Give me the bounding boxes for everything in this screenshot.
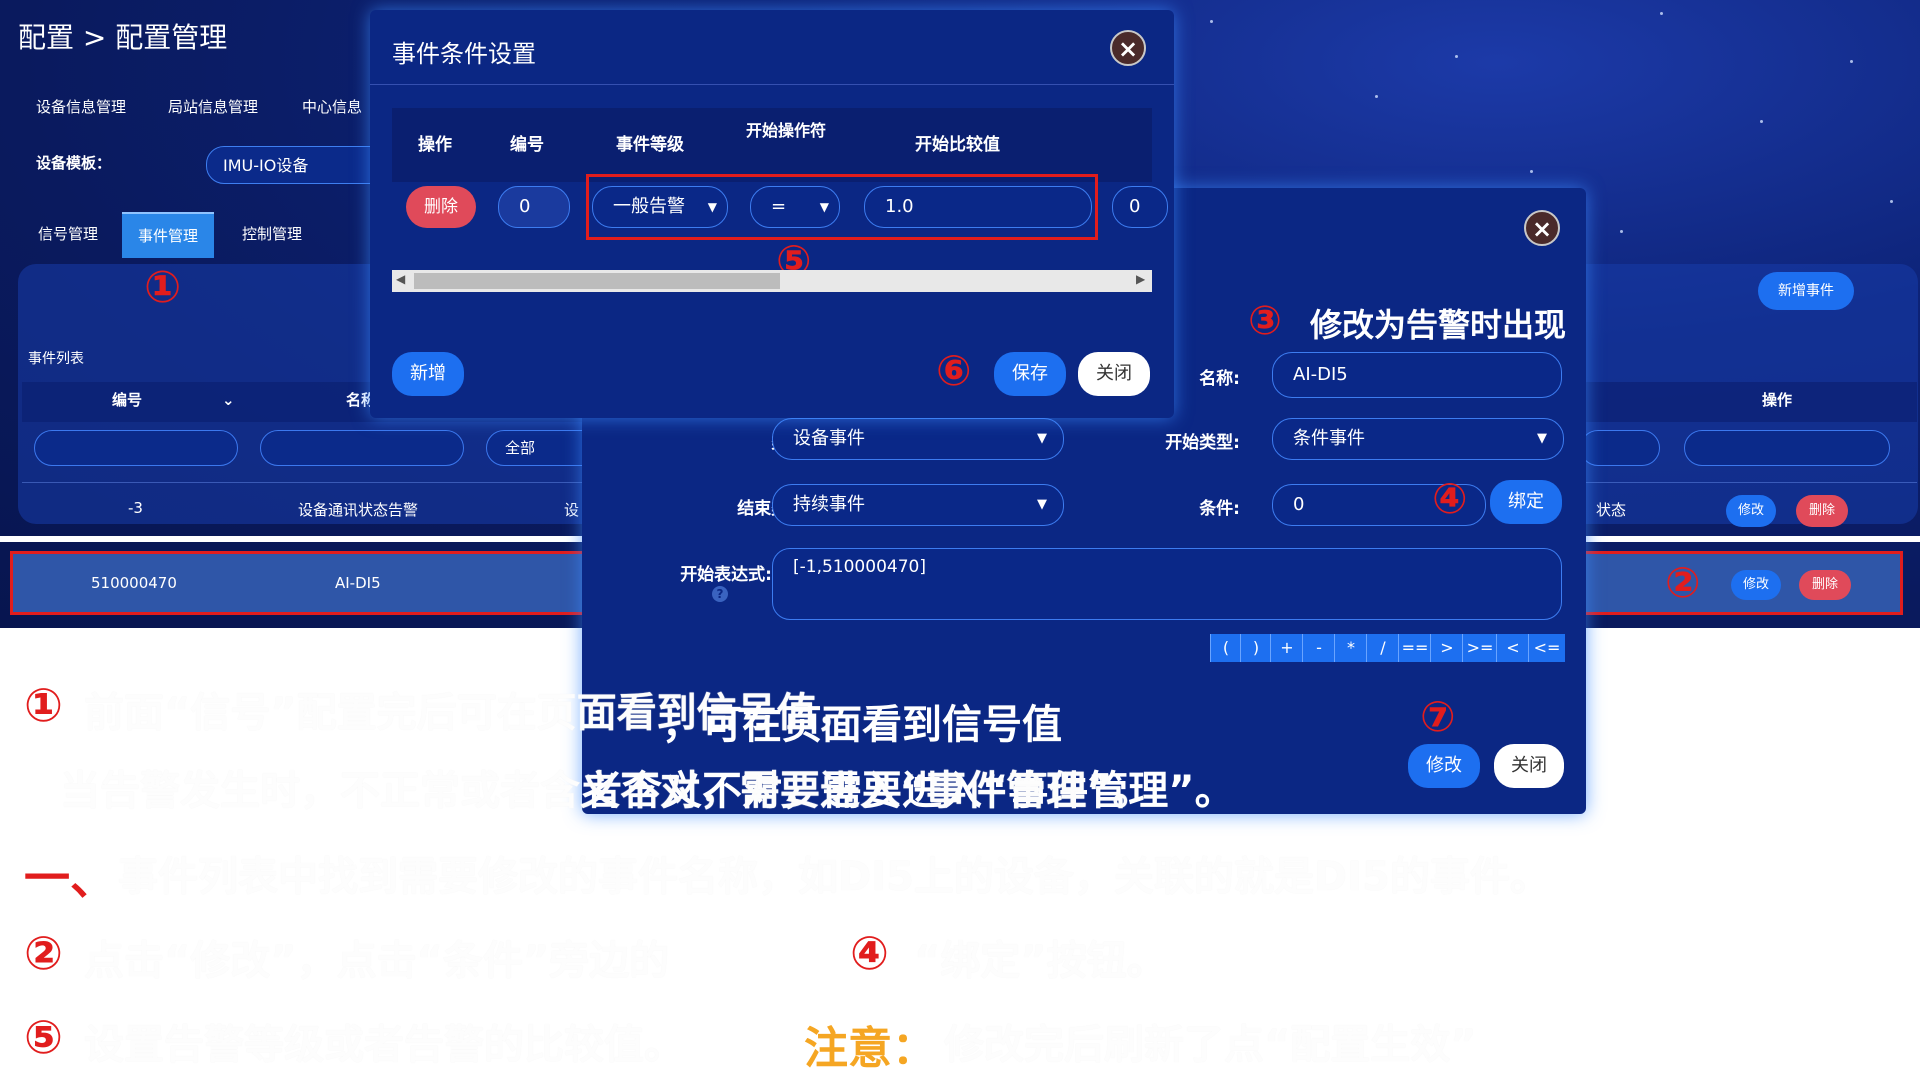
expr-label: 开始表达式:	[680, 565, 772, 585]
end-type-select[interactable]: 持续事件 ▼	[772, 484, 1064, 526]
row-id: -3	[128, 499, 143, 517]
row-name: AI-DI5	[335, 574, 381, 592]
name-input[interactable]: AI-DI5	[1272, 352, 1562, 398]
template-label: 设备模板：	[36, 154, 112, 172]
op-greater[interactable]: >	[1430, 634, 1463, 662]
op-less-equal[interactable]: <=	[1528, 634, 1565, 662]
add-event-button[interactable]: 新增事件	[1758, 272, 1854, 310]
row-edit-button[interactable]: 修改	[1731, 570, 1781, 600]
operator-toolbar: ( ) + - * / == > >= < <=	[1210, 634, 1565, 662]
op-plus[interactable]: +	[1270, 634, 1303, 662]
help-icon[interactable]: ?	[712, 586, 728, 602]
scroll-right-icon[interactable]: ▶	[1136, 272, 1145, 286]
nav-station-info[interactable]: 局站信息管理	[168, 96, 258, 117]
category-select[interactable]: 设备事件 ▼	[772, 418, 1064, 460]
close-icon[interactable]: ×	[1110, 30, 1146, 66]
row-name: 设备通讯状态告警	[298, 501, 419, 519]
condition-label: 条件:	[1199, 499, 1240, 519]
row-delete-button[interactable]: 删除	[1799, 570, 1851, 600]
op-equals[interactable]: ==	[1398, 634, 1431, 662]
op-greater-equal[interactable]: >=	[1462, 634, 1497, 662]
instruction-5-number: ⑤	[24, 1010, 63, 1064]
col-operator: 开始操作符	[745, 121, 826, 140]
filter-action-input[interactable]	[1684, 430, 1890, 466]
tab-signal[interactable]: 信号管理	[22, 212, 114, 256]
tab-event[interactable]: 事件管理	[122, 212, 215, 258]
instruction-4-number-2: ④	[850, 926, 889, 980]
dropdown-arrow-icon: ▼	[1037, 431, 1047, 446]
op-paren-open[interactable]: (	[1210, 634, 1241, 662]
annotation-4: ④	[1432, 474, 1468, 523]
op-paren-close[interactable]: )	[1240, 634, 1271, 662]
next-value-input[interactable]: 0	[1112, 186, 1168, 228]
instruction-4a: 点击“修改”，点击“条件”旁边的	[84, 938, 670, 984]
instruction-2: 当告警发生时，不正常或者含义不对，需要进入“事件管理”。	[60, 768, 1153, 814]
start-type-label: 开始类型:	[1165, 433, 1240, 453]
instruction-1-visible: 可在页面看到信号值，	[662, 702, 1062, 748]
filter-id-input[interactable]	[34, 430, 238, 466]
filter-name-input[interactable]	[260, 430, 464, 466]
breadcrumb: 配置 > 配置管理	[18, 21, 228, 54]
bind-button[interactable]: 绑定	[1490, 480, 1562, 524]
col-compare: 开始比较值	[915, 135, 1000, 155]
instruction-4-number: ②	[24, 926, 63, 980]
nav-center-info[interactable]: 中心信息	[302, 96, 362, 117]
instruction-1-number: ①	[24, 678, 63, 732]
dialog-title: 事件条件设置	[392, 40, 536, 68]
instruction-5: 设置告警等级或者告警的比较值。	[84, 1022, 684, 1068]
col-id: 编号	[510, 135, 544, 155]
start-type-value: 条件事件	[1293, 428, 1365, 449]
instruction-5-tail: 修改完后刷新了点“配置生效”	[944, 1022, 1477, 1068]
row-delete-button[interactable]: 删除	[1796, 495, 1848, 527]
op-multiply[interactable]: *	[1334, 634, 1367, 662]
instruction-3: 事件列表中找到需要修改的事件名称，如DI5上的设备，关联的就是DI5的事件。	[118, 854, 1550, 900]
annotation-3: ③	[1248, 298, 1282, 344]
op-minus[interactable]: -	[1302, 634, 1335, 662]
start-type-select[interactable]: 条件事件 ▼	[1272, 418, 1564, 460]
title-divider	[370, 84, 1174, 85]
end-type-value: 持续事件	[793, 494, 865, 515]
dropdown-arrow-icon: ▼	[1037, 497, 1047, 512]
annotation-2: ②	[1665, 558, 1701, 607]
scroll-left-icon[interactable]: ◀	[396, 272, 405, 286]
horizontal-scrollbar[interactable]: ◀ ▶	[392, 270, 1152, 292]
event-list-title: 事件列表	[28, 351, 84, 367]
template-select[interactable]: IMU-IO设备	[206, 146, 396, 184]
row-status: 状态	[1596, 501, 1627, 519]
filter-extra-input[interactable]	[1580, 430, 1660, 466]
col-level: 事件等级	[616, 135, 684, 155]
close-icon[interactable]: ×	[1524, 210, 1560, 246]
expression-textarea[interactable]: [-1,510000470]	[772, 548, 1562, 620]
op-less[interactable]: <	[1496, 634, 1529, 662]
dropdown-arrow-icon: ▼	[1537, 431, 1547, 446]
close-button[interactable]: 关闭	[1078, 352, 1150, 396]
scrollbar-thumb[interactable]	[414, 273, 780, 289]
annotation-6: ⑥	[936, 346, 972, 395]
highlight-box	[586, 174, 1098, 240]
instruction-3-prefix: 一、	[24, 851, 116, 905]
row-category: 设	[564, 501, 580, 519]
sort-chevron-icon[interactable]: ⌄	[222, 378, 235, 422]
category-value: 设备事件	[793, 428, 865, 449]
row-edit-button[interactable]: 修改	[1726, 495, 1776, 527]
add-condition-button[interactable]: 新增	[392, 352, 464, 396]
column-header-action: 操作	[1762, 391, 1793, 409]
tab-control[interactable]: 控制管理	[226, 212, 318, 256]
row-id: 510000470	[91, 574, 177, 592]
op-divide[interactable]: /	[1366, 634, 1399, 662]
save-button[interactable]: 保存	[994, 352, 1066, 396]
annotation-1: ①	[144, 262, 182, 313]
condition-delete-button[interactable]: 删除	[406, 186, 476, 228]
nav-device-info[interactable]: 设备信息管理	[36, 96, 126, 117]
col-action: 操作	[418, 135, 452, 155]
column-header-id[interactable]: 编号	[112, 378, 142, 422]
condition-id-input[interactable]: 0	[498, 186, 570, 228]
condition-dialog: 事件条件设置 × 操作 编号 事件等级 开始操作符 开始比较值 删除 0 一般告…	[370, 10, 1174, 418]
instruction-4b: “绑定”按钮。	[914, 938, 1167, 984]
instruction-5-note: 注意：	[804, 1023, 936, 1074]
